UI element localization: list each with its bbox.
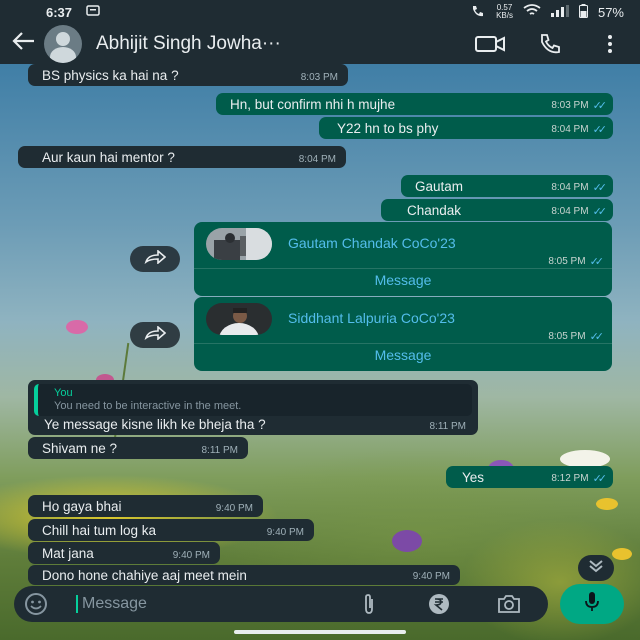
shared-contact-avatar [206, 228, 272, 260]
video-camera-icon[interactable] [460, 34, 520, 54]
double-check-icon: ✓✓ [592, 100, 608, 112]
message-time: 8:03 PM [551, 100, 589, 111]
microphone-icon [584, 591, 600, 618]
message-time: 8:11 PM [201, 445, 239, 456]
forward-button[interactable] [130, 246, 180, 272]
chat-header: Abhijit Singh Jowha··· [0, 24, 640, 64]
double-check-icon: ✓✓ [589, 331, 605, 343]
message-composer [14, 586, 548, 622]
message-time: 8:03 PM [300, 72, 338, 83]
contact-avatar[interactable] [44, 25, 82, 63]
message-time: 8:04 PM [551, 206, 589, 217]
message-text: Gautam [415, 178, 464, 194]
arrow-left-icon[interactable] [12, 31, 34, 57]
phone-icon[interactable] [520, 33, 580, 55]
message-time: 8:04 PM [298, 154, 336, 165]
gesture-navigation-bar[interactable] [234, 630, 406, 634]
message-text: Yes [462, 469, 485, 485]
message-incoming[interactable]: BS physics ka hai na ? 8:03 PM [28, 64, 348, 86]
message-time: 9:40 PM [215, 503, 253, 514]
message-contact-button[interactable]: Message [194, 347, 612, 363]
message-incoming-reply[interactable]: You You need to be interactive in the me… [28, 380, 478, 435]
emoji-icon[interactable] [24, 592, 48, 616]
message-incoming[interactable]: Aur kaun hai mentor ? 8:04 PM [18, 146, 346, 168]
message-contact-button[interactable]: Message [194, 272, 612, 288]
message-time: 8:11 PM [429, 421, 467, 432]
message-input[interactable] [82, 591, 332, 617]
message-text: Ye message kisne likh ke bheja tha ? [44, 417, 266, 432]
message-incoming[interactable]: Ho gaya bhai 9:40 PM [28, 495, 263, 517]
double-check-icon: ✓✓ [592, 182, 608, 194]
message-text: Dono hone chahiye aaj meet mein [42, 567, 247, 583]
status-bar: 6:37 0.57 KB/s 57% [0, 0, 640, 24]
battery-icon [578, 3, 588, 21]
message-incoming[interactable]: Dono hone chahiye aaj meet mein 9:40 PM [28, 565, 460, 585]
shared-contact-card[interactable]: Gautam Chandak CoCo'23 8:05 PM ✓✓ Message [194, 222, 612, 296]
message-time: 8:05 PM [548, 331, 586, 342]
double-chevron-down-icon [587, 559, 605, 578]
text-cursor [76, 595, 78, 613]
double-check-icon: ✓✓ [589, 256, 605, 268]
message-outgoing[interactable]: Hn, but confirm nhi h mujhe 8:03 PM ✓✓ [216, 93, 613, 115]
message-incoming[interactable]: Chill hai tum log ka 9:40 PM [28, 519, 314, 541]
double-check-icon: ✓✓ [592, 473, 608, 485]
double-check-icon: ✓✓ [592, 206, 608, 218]
message-time: 8:12 PM [551, 473, 589, 484]
contact-name[interactable]: Abhijit Singh Jowha··· [96, 33, 396, 55]
more-vertical-icon[interactable] [580, 34, 640, 54]
camera-icon[interactable] [496, 592, 522, 616]
message-outgoing[interactable]: Y22 hn to bs phy 8:04 PM ✓✓ [319, 117, 613, 139]
divider [194, 268, 612, 269]
shared-contact-name: Siddhant Lalpuria CoCo'23 [288, 310, 455, 326]
quoted-text: You need to be interactive in the meet. [54, 400, 242, 412]
paperclip-icon[interactable] [356, 592, 382, 616]
message-time: 8:04 PM [551, 182, 589, 193]
network-speed-unit: KB/s [496, 11, 513, 20]
battery-percentage: 57% [597, 4, 624, 20]
message-text: Chandak [407, 202, 462, 218]
message-text: Hn, but confirm nhi h mujhe [230, 96, 396, 112]
message-text: Shivam ne ? [42, 440, 118, 456]
shared-contact-card[interactable]: Siddhant Lalpuria CoCo'23 8:05 PM ✓✓ Mess… [194, 297, 612, 371]
message-text: Y22 hn to bs phy [337, 120, 439, 136]
message-outgoing[interactable]: Chandak 8:04 PM ✓✓ [381, 199, 613, 221]
double-check-icon: ✓✓ [592, 124, 608, 136]
message-text: Ho gaya bhai [42, 498, 122, 514]
message-time: 9:40 PM [412, 571, 450, 582]
forward-icon [144, 324, 167, 345]
wifi-call-icon [470, 4, 486, 21]
message-time: 8:05 PM [548, 256, 586, 267]
rupee-icon[interactable] [426, 592, 452, 616]
message-time: 8:04 PM [551, 124, 589, 135]
message-text: Chill hai tum log ka [42, 522, 157, 538]
scroll-to-bottom-button[interactable] [578, 555, 614, 581]
message-outgoing[interactable]: Gautam 8:04 PM ✓✓ [401, 175, 613, 197]
wifi-icon [523, 4, 541, 20]
quoted-message[interactable]: You You need to be interactive in the me… [34, 384, 472, 416]
message-incoming[interactable]: Mat jana 9:40 PM [28, 542, 220, 564]
message-text: Aur kaun hai mentor ? [42, 149, 175, 165]
message-time: 9:40 PM [266, 527, 304, 538]
network-speed: 0.57 KB/s [496, 4, 513, 20]
forward-icon [144, 248, 167, 269]
message-outgoing[interactable]: Yes 8:12 PM ✓✓ [446, 466, 613, 488]
status-time: 6:37 [46, 4, 73, 20]
quoted-author: You [54, 387, 73, 399]
message-text: Mat jana [42, 545, 94, 561]
forward-button[interactable] [130, 322, 180, 348]
divider [194, 343, 612, 344]
message-incoming[interactable]: Shivam ne ? 8:11 PM [28, 437, 248, 459]
message-text: BS physics ka hai na ? [42, 67, 179, 83]
message-time: 9:40 PM [172, 550, 210, 561]
shared-contact-name: Gautam Chandak CoCo'23 [288, 235, 456, 251]
screen-recorder-icon [86, 5, 100, 19]
shared-contact-avatar [206, 303, 272, 335]
microphone-button[interactable] [560, 584, 624, 624]
signal-icon [550, 4, 569, 20]
